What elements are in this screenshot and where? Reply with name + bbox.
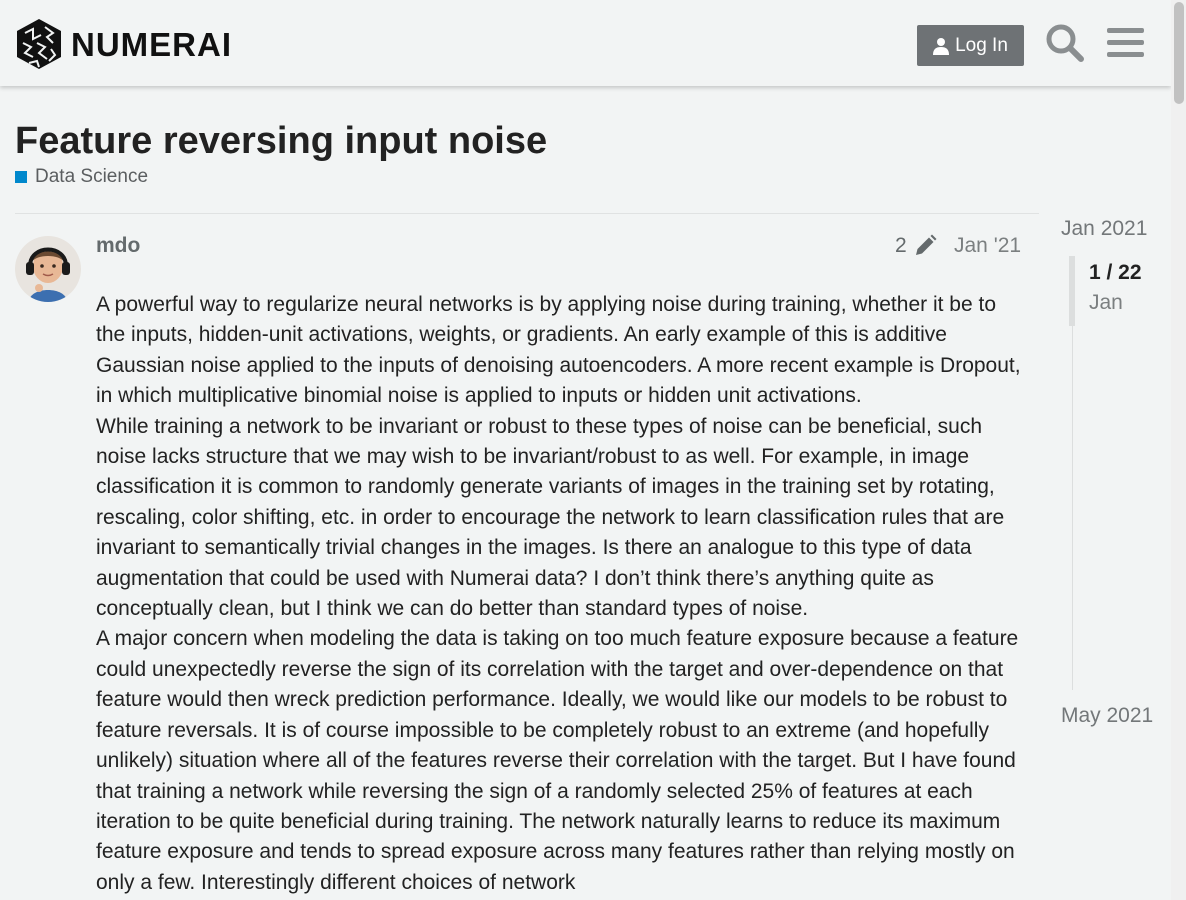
timeline-handle[interactable] bbox=[1069, 256, 1075, 326]
login-button[interactable]: Log In bbox=[917, 25, 1024, 66]
login-button-label: Log In bbox=[955, 34, 1008, 56]
numerai-logo-icon bbox=[17, 19, 61, 69]
post-paragraph: A major concern when modeling the data i… bbox=[96, 627, 1019, 894]
hamburger-menu-icon[interactable] bbox=[1107, 26, 1144, 59]
title-divider bbox=[15, 213, 1039, 214]
scrollbar-thumb[interactable] bbox=[1174, 2, 1184, 104]
page-scrollbar[interactable] bbox=[1171, 0, 1186, 900]
numerai-logo[interactable]: NUMERAI bbox=[15, 17, 232, 71]
topic-title[interactable]: Feature reversing input noise bbox=[15, 118, 547, 164]
post-body: A powerful way to regularize neural netw… bbox=[96, 290, 1028, 898]
site-header: NUMERAI Log In bbox=[0, 0, 1171, 86]
timeline-position: 1 / 22 bbox=[1089, 261, 1142, 284]
search-icon[interactable] bbox=[1044, 22, 1085, 63]
timeline-track[interactable] bbox=[1072, 326, 1073, 690]
category-color-square bbox=[15, 171, 27, 183]
timeline-current-month: Jan bbox=[1089, 291, 1123, 314]
user-icon bbox=[933, 37, 950, 55]
post-paragraph: A powerful way to regularize neural netw… bbox=[96, 293, 1021, 408]
edit-history-button[interactable]: 2 bbox=[895, 233, 937, 259]
post-username[interactable]: mdo bbox=[96, 233, 140, 259]
timeline-start-date[interactable]: Jan 2021 bbox=[1061, 216, 1147, 242]
logo-text: NUMERAI bbox=[71, 25, 232, 63]
timeline-end-date[interactable]: May 2021 bbox=[1061, 703, 1153, 729]
pencil-icon bbox=[915, 234, 937, 255]
post-paragraph: While training a network to be invariant… bbox=[96, 414, 1005, 621]
avatar[interactable] bbox=[15, 236, 81, 302]
category-badge[interactable]: Data Science bbox=[15, 166, 148, 188]
avatar-image bbox=[15, 236, 81, 302]
post-date[interactable]: Jan '21 bbox=[954, 233, 1021, 259]
edit-count: 2 bbox=[895, 234, 907, 257]
category-label: Data Science bbox=[35, 166, 149, 187]
